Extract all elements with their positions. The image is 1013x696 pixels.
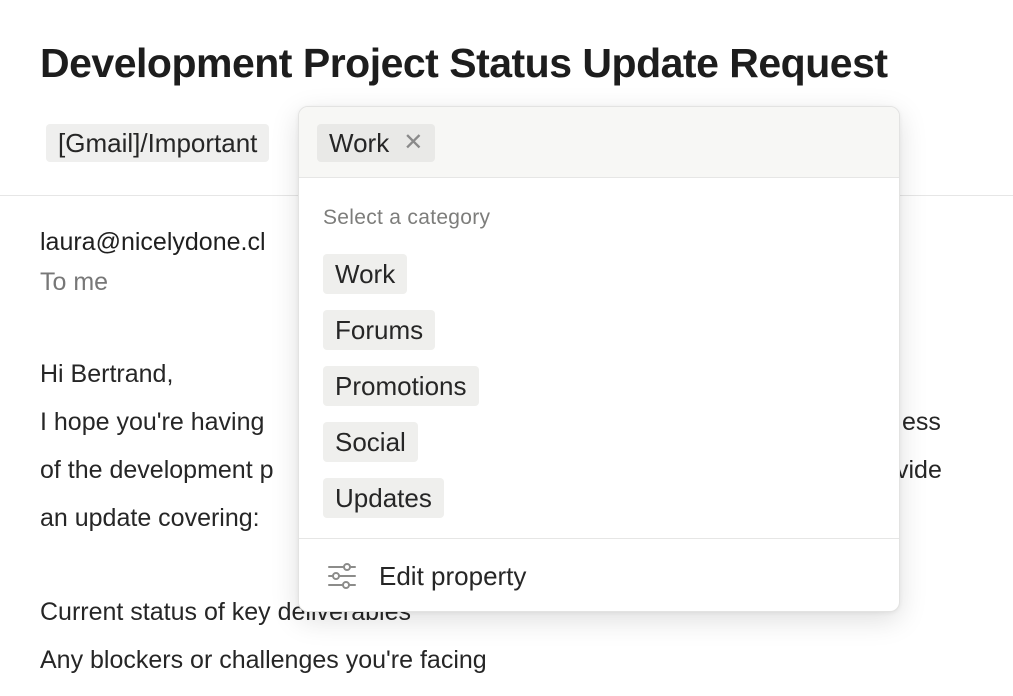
body-bullet-2: Any blockers or challenges you're facing: [40, 646, 487, 674]
option-promotions[interactable]: Promotions: [323, 366, 479, 406]
option-updates[interactable]: Updates: [323, 478, 444, 518]
recipient-label: To me: [40, 268, 109, 296]
edit-property-button[interactable]: Edit property: [299, 539, 899, 611]
email-subject: Development Project Status Update Reques…: [40, 40, 888, 86]
tag-row: [Gmail]/Important: [46, 124, 270, 162]
close-icon[interactable]: ✕: [403, 131, 423, 155]
body-line-2: of the development p: [40, 456, 274, 484]
category-input[interactable]: Work ✕: [299, 107, 899, 178]
option-forums[interactable]: Forums: [323, 310, 436, 350]
sender-address: laura@nicelydone.cl: [40, 228, 266, 256]
body-greeting: Hi Bertrand,: [40, 360, 174, 388]
body-line-3: an update covering:: [40, 504, 260, 532]
select-category-label: Select a category: [323, 206, 491, 229]
selected-chip-label: Work: [329, 127, 390, 158]
body-line-1: I hope you're having: [40, 408, 265, 436]
option-work[interactable]: Work: [323, 254, 408, 294]
body-fragment-right-1: ess: [902, 408, 941, 436]
tag-gmail-important[interactable]: [Gmail]/Important: [46, 124, 270, 162]
edit-property-label: Edit property: [379, 561, 527, 591]
selected-chip-work: Work ✕: [317, 124, 436, 162]
option-social[interactable]: Social: [323, 422, 418, 462]
sliders-icon: [328, 563, 356, 589]
email-page: Development Project Status Update Reques…: [0, 0, 1013, 696]
category-dropdown: Work ✕ Select a category Work Forums Pro…: [298, 106, 900, 612]
body-fragment-right-2: vide: [896, 456, 942, 484]
